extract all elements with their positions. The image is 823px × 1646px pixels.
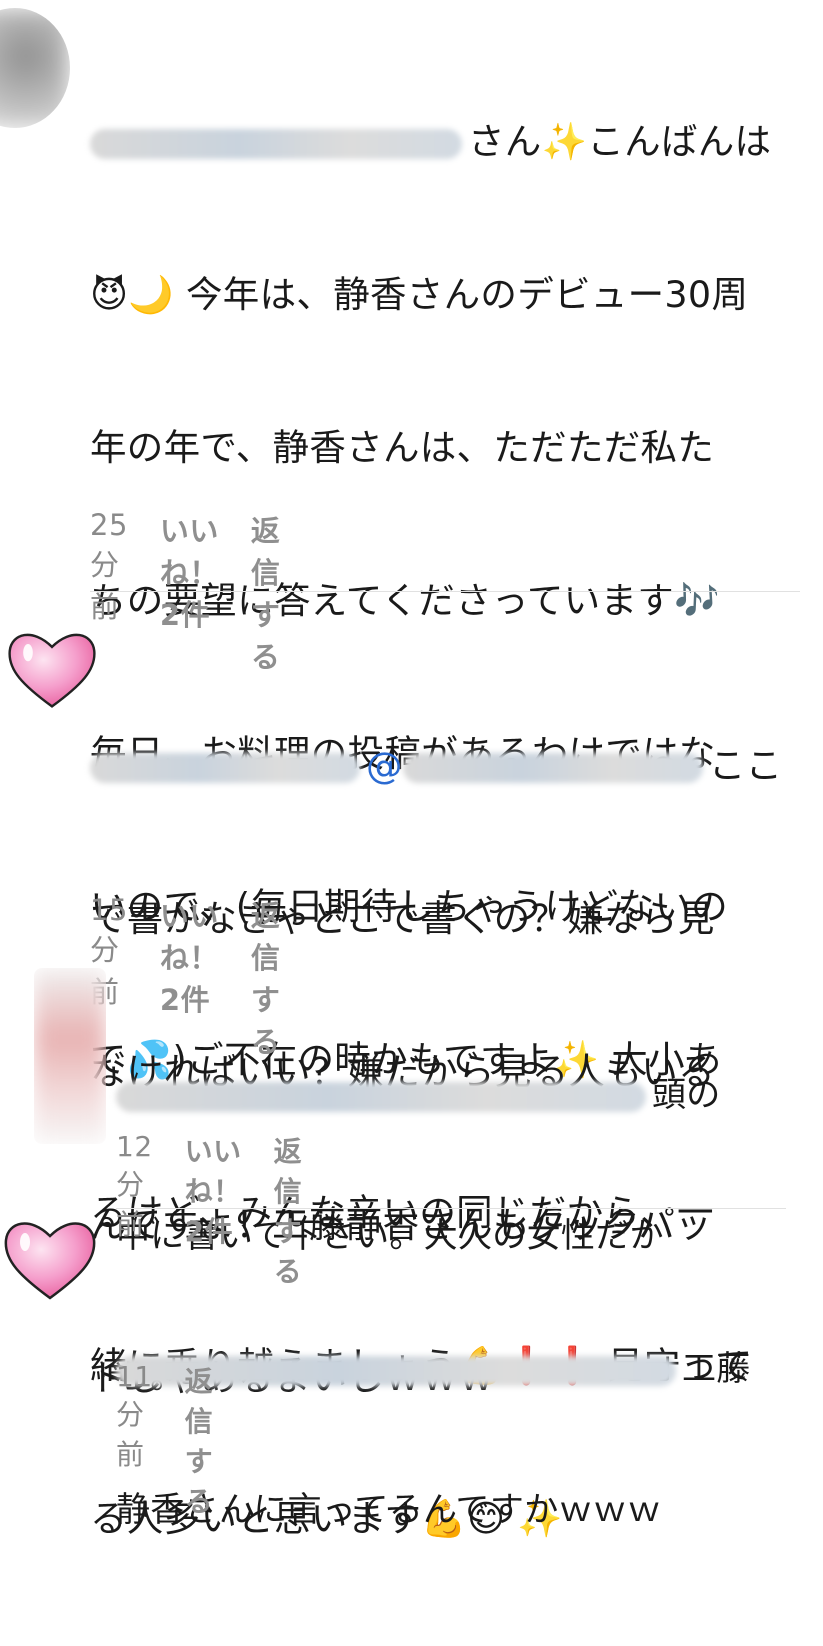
timestamp: 11分前	[116, 1360, 153, 1471]
comment-line: @ ここ	[90, 740, 790, 791]
heart-avatar-icon[interactable]	[4, 620, 100, 716]
divider	[90, 591, 800, 592]
reply-button[interactable]: 返信する	[185, 1360, 214, 1520]
redacted-username	[402, 752, 703, 783]
redacted-username	[116, 1081, 646, 1112]
divider	[116, 1208, 786, 1209]
heart-avatar-icon[interactable]	[0, 1208, 100, 1308]
comment-line: 頭の	[116, 1072, 776, 1119]
comment-line: 年の年で、静香さんは、ただただ私た	[90, 426, 715, 469]
redacted-username	[90, 128, 462, 159]
comment-line: 😈🌙 今年は、静香さんのデビュー30周	[90, 273, 749, 316]
comment-line: 工藤	[116, 1346, 776, 1393]
mention-at: @	[366, 744, 403, 787]
avatar[interactable]	[34, 968, 106, 1144]
redacted-username	[90, 752, 360, 783]
comment-line: 静香さんに言ってるんですかｗｗｗ	[116, 1490, 662, 1530]
comment-line: さん✨こんばんは	[90, 116, 790, 167]
comment-text: 工藤 静香さんに言ってるんですかｗｗｗ	[116, 1252, 776, 1628]
comment-meta: 11分前 返信する	[116, 1360, 213, 1520]
avatar[interactable]	[0, 8, 70, 128]
